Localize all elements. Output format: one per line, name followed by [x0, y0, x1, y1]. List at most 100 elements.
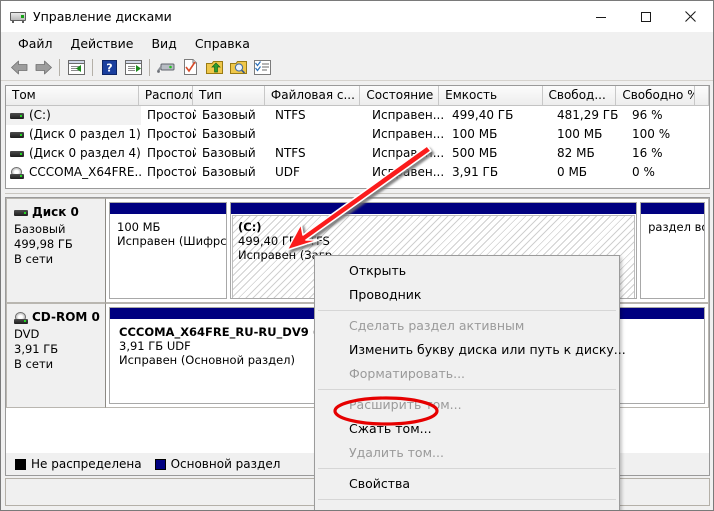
legend-label-primary: Основной раздел	[170, 457, 281, 471]
legend-swatch-primary	[154, 458, 166, 470]
partition-efi[interactable]: 100 МБ Исправен (Шифрс	[109, 202, 227, 299]
panel-splitter[interactable]	[5, 191, 710, 196]
toolbar: ?	[1, 54, 713, 81]
maximize-button[interactable]	[623, 1, 668, 32]
legend-item-unallocated: Не распределена	[15, 457, 142, 471]
menu-item-mark-partition-active: Сделать раздел активным	[349, 318, 525, 333]
volume-name: (Диск 0 раздел 4)	[29, 146, 141, 160]
volume-layout-cell: Простой	[147, 127, 196, 141]
menu-item-change-drive-letter[interactable]: Изменить букву диска или путь к диску...	[315, 338, 626, 362]
volume-filesystem-cell: UDF	[275, 165, 300, 179]
column-header-volume[interactable]: Том	[6, 86, 139, 105]
volume-free-cell: 481,29 ГБ	[557, 108, 619, 122]
volume-filesystem-cell: NTFS	[275, 146, 306, 160]
import-disk-icon[interactable]	[202, 56, 226, 78]
partition-recovery[interactable]: раздел восстан	[640, 202, 705, 299]
volume-type-cell: Базовый	[202, 146, 256, 160]
volume-type-cell: Базовый	[202, 165, 256, 179]
close-button[interactable]	[668, 1, 713, 32]
disk-status: В сети	[14, 252, 54, 266]
volume-free-percent-cell: 96 %	[632, 108, 663, 122]
disk-name: CD-ROM 0	[32, 310, 100, 324]
menu-bar: Файл Действие Вид Справка	[1, 32, 713, 54]
volume-type-cell: Базовый	[202, 108, 256, 122]
toolbar-separator	[149, 58, 150, 76]
volume-layout-cell: Простой	[147, 108, 196, 122]
disk-info-cdrom0[interactable]: CD-ROM 0 DVD 3,91 ГБ В сети	[6, 303, 106, 408]
volume-list-panel[interactable]: Том Располо... Тип Файловая с... Состоян…	[5, 85, 710, 189]
volume-layout-cell: Простой	[147, 146, 196, 160]
help-icon[interactable]: ?	[97, 56, 121, 78]
volume-filesystem-cell	[269, 125, 366, 144]
column-header-filesystem[interactable]: Файловая с...	[264, 86, 361, 105]
column-header-layout[interactable]: Располо...	[138, 86, 194, 105]
partition-status: Исправен (Шифрс	[117, 234, 227, 248]
minimize-button[interactable]	[578, 1, 623, 32]
table-row[interactable]: (Диск 0 раздел 1) Простой Базовый Исправ…	[6, 125, 709, 144]
cd-rom-volume-icon	[10, 166, 24, 179]
partition-header-bar	[641, 203, 704, 214]
menu-item-open[interactable]: Открыть	[315, 259, 619, 283]
column-header-free[interactable]: Свобод...	[542, 86, 617, 105]
volume-name-cell: CCCOMA_X64FRE...	[6, 163, 141, 182]
partition-header-bar	[110, 203, 226, 214]
menu-view[interactable]: Вид	[142, 34, 185, 53]
list-view-icon[interactable]	[250, 56, 274, 78]
disk-management-window: Управление дисками Файл Действие Вид Спр…	[0, 0, 714, 511]
window-title: Управление дисками	[33, 9, 172, 24]
volume-free-cell: 100 МБ	[557, 127, 603, 141]
disk-drive-icon	[10, 9, 26, 25]
column-header-capacity[interactable]: Емкость	[439, 86, 543, 105]
menu-separator	[318, 499, 616, 500]
volume-status-cell: Исправен...	[372, 127, 445, 141]
volume-type-cell: Базовый	[202, 127, 256, 141]
hard-disk-icon	[14, 207, 28, 219]
volume-status-cell: Исправен...	[372, 108, 445, 122]
volume-capacity-cell: 3,91 ГБ	[452, 165, 499, 179]
menu-item-format: Форматировать...	[349, 366, 466, 381]
partition-details: раздел восстан	[642, 215, 704, 298]
legend-label-unallocated: Не распределена	[31, 457, 142, 471]
volume-capacity-cell: 100 МБ	[452, 127, 498, 141]
partition-label: (C:)	[238, 220, 262, 234]
volume-free-percent-cell: 16 %	[632, 146, 663, 160]
table-row[interactable]: CCCOMA_X64FRE... Простой Базовый UDF Исп…	[6, 163, 709, 182]
menu-item-help[interactable]: Справка	[315, 503, 619, 510]
disk-name: Диск 0	[32, 205, 79, 219]
partition-size: 499,40 ГБ NTFS	[238, 234, 330, 248]
volume-status-cell: Исправен...	[372, 165, 445, 179]
menu-help[interactable]: Справка	[186, 34, 259, 53]
legend-item-primary: Основной раздел	[154, 457, 281, 471]
disk-capacity: 499,98 ГБ	[14, 237, 73, 251]
show-console-tree-icon[interactable]	[64, 56, 88, 78]
table-row[interactable]: (C:) Простой Базовый NTFS Исправен... 49…	[6, 106, 709, 125]
volume-name-cell: (Диск 0 раздел 1)	[6, 125, 141, 144]
show-action-pane-icon[interactable]	[121, 56, 145, 78]
partition-header-bar	[231, 203, 637, 214]
partition-status: раздел восстан	[648, 220, 704, 234]
column-header-type[interactable]: Тип	[193, 86, 265, 105]
menu-file[interactable]: Файл	[9, 34, 62, 53]
menu-item-explorer[interactable]: Проводник	[315, 283, 619, 307]
forward-arrow-icon[interactable]	[31, 56, 55, 78]
table-row[interactable]: (Диск 0 раздел 4) Простой Базовый NTFS И…	[6, 144, 709, 163]
volume-name-cell: (C:)	[6, 106, 141, 125]
menu-item-extend-volume: Расширить том...	[349, 397, 462, 412]
volume-free-cell: 0 МБ	[557, 165, 588, 179]
column-header-free-percent[interactable]: Свободно %	[616, 86, 696, 105]
menu-action[interactable]: Действие	[62, 34, 143, 53]
column-header-status[interactable]: Состояние	[360, 86, 440, 105]
hard-disk-volume-icon	[10, 148, 24, 160]
properties-search-icon[interactable]	[226, 56, 250, 78]
column-header-spacer	[695, 86, 709, 105]
back-arrow-icon[interactable]	[7, 56, 31, 78]
menu-item-properties[interactable]: Свойства	[315, 472, 619, 496]
context-menu[interactable]: Открыть Проводник Сделать раздел активны…	[314, 255, 626, 510]
menu-item-shrink-volume[interactable]: Сжать том...	[315, 417, 619, 441]
check-disk-icon[interactable]	[178, 56, 202, 78]
volume-free-percent-cell: 0 %	[632, 165, 655, 179]
rescan-disks-icon[interactable]	[154, 56, 178, 78]
volume-list-header: Том Располо... Тип Файловая с... Состоян…	[6, 86, 709, 106]
disk-info-disk0[interactable]: Диск 0 Базовый 499,98 ГБ В сети	[6, 198, 106, 303]
volume-free-percent-cell: 100 %	[632, 127, 671, 141]
